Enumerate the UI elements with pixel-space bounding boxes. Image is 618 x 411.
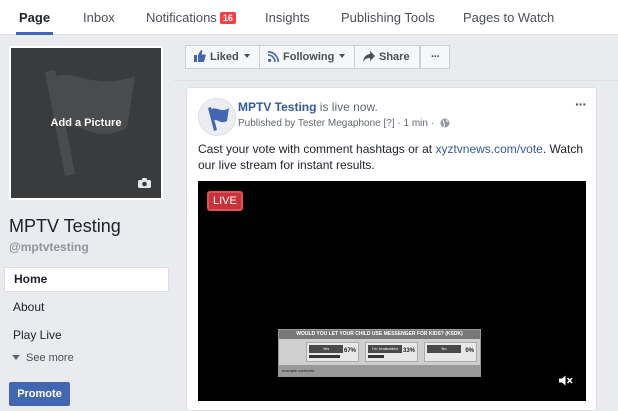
post-text-part: Cast your vote with comment hashtags or … [198, 142, 436, 156]
post-text: Cast your vote with comment hashtags or … [198, 141, 590, 173]
sidebar-item-play-live[interactable]: Play Live [4, 323, 169, 348]
page-handle[interactable]: @mptvtesting [9, 240, 89, 254]
liked-button[interactable]: Liked [185, 45, 260, 69]
tab-page[interactable]: Page [15, 0, 54, 35]
poll-footer: example.com/vote [279, 365, 480, 376]
speaker-muted-icon [559, 375, 573, 386]
add-picture-label[interactable]: Add a Picture [11, 117, 161, 129]
globe-icon[interactable] [440, 118, 450, 128]
poll-option-percent: 33% [402, 348, 415, 354]
poll-option-percent: 0% [465, 348, 474, 354]
see-more-label: See more [26, 352, 74, 364]
page-action-bar: Liked Following Share ··· [174, 36, 618, 81]
tab-pages-to-watch-label: Pages to Watch [463, 10, 555, 25]
chevron-down-icon [243, 54, 250, 58]
thumbs-up-icon [194, 50, 206, 62]
poll-option-bar [309, 355, 340, 358]
poll-option: No 0% [424, 342, 477, 362]
tab-notifications-label: Notifications [146, 10, 217, 25]
chevron-down-icon [12, 355, 20, 360]
rss-icon [267, 51, 279, 63]
tab-insights[interactable]: Insights [265, 0, 310, 35]
share-button[interactable]: Share [354, 45, 420, 69]
flag-icon [208, 107, 229, 131]
following-label: Following [283, 51, 335, 63]
tab-inbox[interactable]: Inbox [83, 0, 115, 35]
post-status-text: is live now. [319, 100, 378, 114]
avatar[interactable] [198, 98, 236, 136]
tab-page-label: Page [19, 10, 51, 25]
sidebar-item-home[interactable]: Home [4, 267, 169, 292]
post-meta: Published by Tester Megaphone [?] · 1 mi… [238, 118, 450, 129]
page-name[interactable]: MPTV Testing [9, 216, 121, 237]
promote-button[interactable]: Promote [9, 382, 70, 406]
post-header: MPTV Testing is live now. [238, 100, 378, 114]
left-sidebar: Add a Picture MPTV Testing @mptvtesting … [0, 36, 173, 411]
camera-icon[interactable] [138, 178, 151, 188]
page-tab-bar: Page Inbox Notifications 16 Insights Publ… [0, 0, 618, 35]
poll-option-name: I'm Undecided [368, 345, 402, 353]
more-options-button[interactable]: ··· [420, 45, 450, 69]
poll-option-name: Yes [309, 345, 343, 353]
tab-insights-label: Insights [265, 10, 310, 25]
live-post-card: MPTV Testing is live now. Published by T… [186, 87, 597, 411]
poll-option-bar [368, 355, 384, 358]
sidebar-item-label: Home [14, 272, 48, 286]
sidebar-item-about[interactable]: About [4, 295, 169, 320]
post-meta-text: Published by Tester Megaphone [?] · 1 mi… [238, 118, 435, 129]
tab-pages-to-watch[interactable]: Pages to Watch [463, 0, 554, 35]
profile-picture-placeholder[interactable]: Add a Picture [9, 46, 163, 200]
poll-option: I'm Undecided 33% [365, 342, 418, 362]
sidebar-item-label: Play Live [13, 328, 62, 342]
poll-question: WOULD YOU LET YOUR CHILD USE MESSENGER F… [279, 330, 480, 339]
page-background [604, 82, 618, 411]
share-icon [363, 51, 375, 62]
tab-inbox-label: Inbox [83, 10, 115, 25]
sidebar-item-label: About [13, 300, 45, 314]
post-author-link[interactable]: MPTV Testing [238, 100, 316, 114]
liked-label: Liked [210, 51, 239, 63]
poll-option-name: No [427, 345, 461, 353]
tab-publishing-tools[interactable]: Publishing Tools [341, 0, 435, 35]
notifications-badge: 16 [219, 12, 236, 24]
poll-option: Yes 67% [306, 342, 359, 362]
live-badge: LIVE [207, 191, 243, 211]
post-options-button[interactable]: ··· [575, 96, 587, 112]
live-video-player[interactable]: LIVE WOULD YOU LET YOUR CHILD USE MESSEN… [198, 181, 586, 401]
tab-publishing-tools-label: Publishing Tools [341, 10, 435, 25]
mute-icon[interactable] [559, 375, 573, 389]
chevron-down-icon [339, 54, 346, 58]
following-button[interactable]: Following [259, 45, 355, 69]
tab-notifications[interactable]: Notifications 16 [146, 0, 236, 35]
share-label: Share [379, 51, 410, 63]
poll-overlay: WOULD YOU LET YOUR CHILD USE MESSENGER F… [278, 329, 481, 377]
vote-link[interactable]: xyztvnews.com/vote [435, 142, 542, 156]
poll-option-percent: 67% [343, 348, 356, 354]
see-more-link[interactable]: See more [12, 352, 74, 364]
